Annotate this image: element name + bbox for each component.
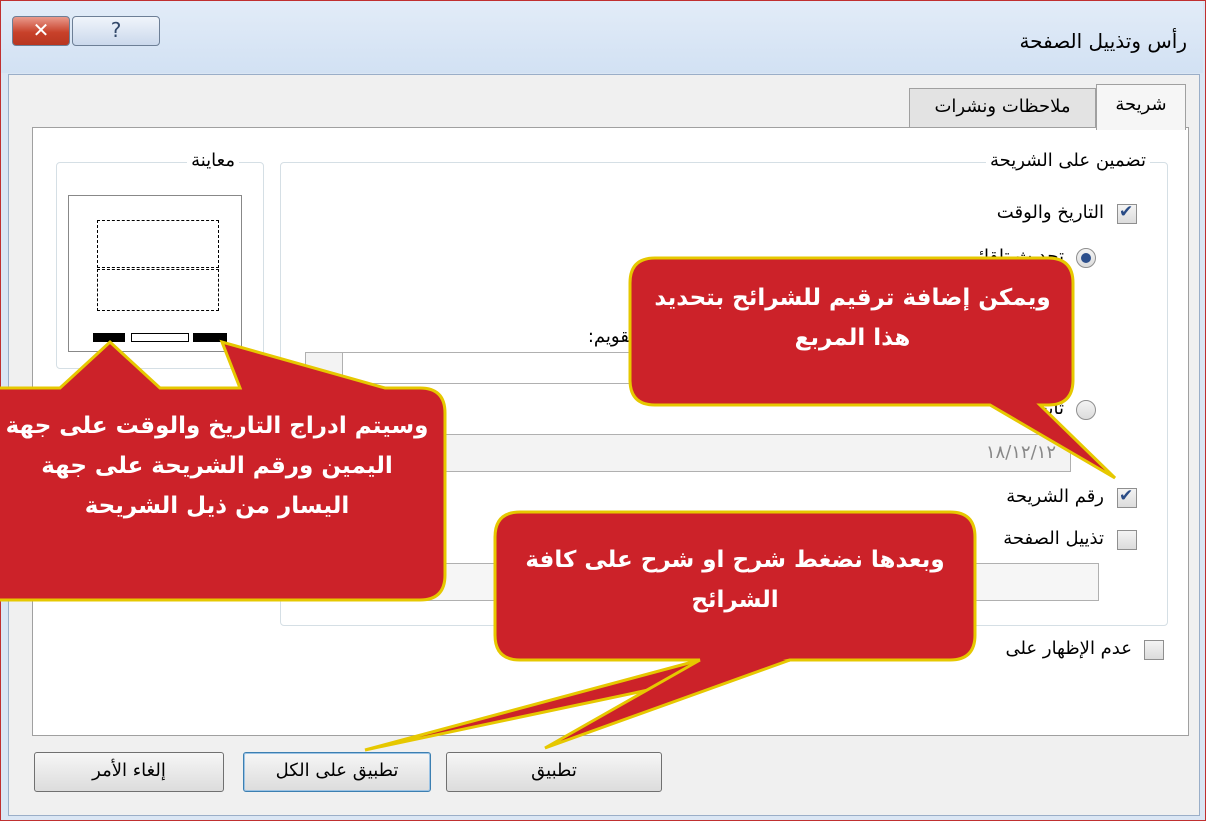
tab-slide[interactable]: شريحة — [1096, 84, 1186, 130]
callout-placement-text: وسيتم ادراج التاريخ والوقت على جهة اليمي… — [5, 413, 429, 519]
callout-apply-text: وبعدها نضغط شرح او شرح على كافة الشرائح — [525, 547, 945, 613]
callout-slide-number-text: ويمكن إضافة ترقيم للشرائح بتحديد هذا الم… — [654, 285, 1051, 351]
